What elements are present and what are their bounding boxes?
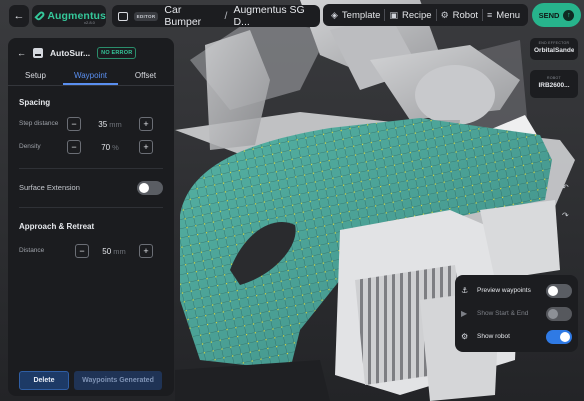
distance-stepper: − 50 mm +: [75, 244, 153, 258]
tab-setup[interactable]: Setup: [8, 68, 63, 85]
delete-button[interactable]: Delete: [19, 371, 69, 390]
show-start-end-toggle[interactable]: [546, 306, 572, 321]
step-distance-unit: mm: [109, 119, 122, 129]
arrow-left-icon: ←: [13, 10, 25, 22]
step-distance-value: 35: [98, 119, 108, 129]
surface-extension-row: Surface Extension: [8, 169, 174, 207]
folder-icon: [118, 11, 128, 21]
show-robot-label: Show robot: [477, 333, 510, 340]
robot-caption: ROBOT: [547, 76, 561, 80]
density-decrease-button[interactable]: −: [67, 140, 81, 154]
editor-badge: EDITOR: [133, 11, 159, 21]
brand-version: v2.8.0: [84, 20, 95, 25]
step-distance-stepper: − 35 mm +: [67, 117, 153, 131]
end-effector-card[interactable]: END EFFECTOR OrbitalSander: [530, 38, 578, 60]
distance-row: Distance − 50 mm +: [19, 244, 163, 258]
waypoint-axes-icon: ⚓: [461, 286, 469, 295]
robot-button[interactable]: ⚙ Robot: [437, 4, 482, 26]
spacing-title: Spacing: [19, 98, 51, 107]
play-icon: ▶: [461, 309, 468, 318]
layers-icon: ◈: [331, 9, 338, 20]
send-label: SEND: [538, 10, 560, 20]
top-toolbar: ◈ Template ▣ Recipe ⚙ Robot ≡ Menu: [323, 4, 528, 26]
arrow-up-icon: ↑: [563, 9, 575, 21]
back-button[interactable]: ←: [9, 5, 29, 27]
spacing-section: Spacing Step distance − 35 mm + Density −…: [8, 98, 174, 154]
approach-retreat-section: Approach & Retreat Distance − 50 mm +: [8, 222, 174, 258]
preview-waypoints-row: ⚓ Preview waypoints: [461, 279, 572, 302]
panel-back-arrow-icon[interactable]: ←: [17, 48, 26, 58]
project-breadcrumb[interactable]: EDITOR Car Bumper / Augmentus SG D...: [112, 4, 320, 28]
recipe-icon: ▣: [389, 9, 398, 20]
top-bar: ← Augmentus v2.8.0 EDITOR Car Bumper / A…: [0, 0, 584, 30]
step-distance-increase-button[interactable]: +: [139, 117, 153, 131]
distance-input[interactable]: 50 mm: [89, 247, 139, 256]
panel-footer: Delete Waypoints Generated: [19, 371, 162, 390]
menu-label: Menu: [496, 9, 521, 21]
robot-icon: ⚙: [440, 9, 449, 20]
robot-value: IRB2600...: [538, 82, 570, 89]
breadcrumb-separator: /: [224, 10, 228, 22]
waypoints-generated-button[interactable]: Waypoints Generated: [74, 371, 162, 390]
distance-unit: mm: [113, 246, 126, 256]
approach-retreat-title: Approach & Retreat: [19, 222, 95, 231]
undo-icon[interactable]: ↶: [562, 183, 569, 192]
toggle-knob: [548, 285, 558, 296]
end-effector-caption: END EFFECTOR: [538, 41, 570, 45]
recipe-label: Recipe: [402, 9, 432, 21]
section-divider: [19, 207, 163, 208]
waypoint-panel: ← AutoSur... NO ERROR Setup Waypoint Off…: [8, 38, 174, 396]
tab-offset[interactable]: Offset: [118, 68, 173, 85]
density-increase-button[interactable]: +: [139, 140, 153, 154]
show-start-end-label: Show Start & End: [477, 310, 529, 317]
density-label: Density: [19, 143, 41, 150]
surface-tool-icon: [33, 48, 43, 58]
template-label: Template: [341, 9, 381, 21]
robot-arm-icon: ⚙: [461, 332, 469, 341]
robot-card[interactable]: ROBOT IRB2600...: [530, 70, 578, 98]
template-button[interactable]: ◈ Template: [327, 4, 384, 26]
brand-name: Augmentus: [47, 10, 106, 22]
distance-label: Distance: [19, 247, 45, 254]
panel-tabs: Setup Waypoint Offset: [8, 68, 174, 86]
panel-header: ← AutoSur... NO ERROR: [8, 38, 174, 68]
brand-logo: Augmentus v2.8.0: [32, 5, 106, 27]
show-robot-row: ⚙ Show robot: [461, 325, 572, 348]
menu-button[interactable]: ≡ Menu: [483, 4, 524, 26]
density-value: 70: [101, 142, 111, 152]
show-robot-toggle[interactable]: [546, 329, 572, 344]
project-name[interactable]: Car Bumper: [164, 4, 218, 28]
panel-title: AutoSur...: [50, 48, 91, 58]
augmentus-logo-icon: [34, 10, 46, 22]
workspace-name[interactable]: Augmentus SG D...: [233, 4, 320, 28]
tab-waypoint[interactable]: Waypoint: [63, 68, 118, 85]
display-options-panel: ⚓ Preview waypoints ▶ Show Start & End ⚙…: [455, 275, 578, 352]
density-stepper: − 70% +: [67, 140, 153, 154]
toggle-knob: [139, 183, 149, 193]
send-button[interactable]: SEND ↑: [532, 3, 581, 27]
show-start-end-row: ▶ Show Start & End: [461, 302, 572, 325]
toggle-knob: [560, 331, 570, 342]
toggle-knob: [548, 308, 558, 319]
preview-waypoints-toggle[interactable]: [546, 283, 572, 298]
step-distance-label: Step distance: [19, 120, 59, 127]
step-distance-decrease-button[interactable]: −: [67, 117, 81, 131]
step-distance-input[interactable]: 35 mm: [81, 120, 139, 129]
distance-value: 50: [102, 246, 112, 256]
distance-decrease-button[interactable]: −: [75, 244, 89, 258]
preview-waypoints-label: Preview waypoints: [477, 287, 531, 294]
hamburger-menu-icon: ≡: [487, 10, 493, 20]
step-distance-row: Step distance − 35 mm +: [19, 117, 163, 131]
redo-icon[interactable]: ↷: [562, 211, 569, 220]
surface-extension-toggle[interactable]: [137, 181, 163, 195]
recipe-button[interactable]: ▣ Recipe: [385, 4, 435, 26]
distance-increase-button[interactable]: +: [139, 244, 153, 258]
robot-label: Robot: [452, 9, 479, 21]
status-badge: NO ERROR: [97, 47, 137, 59]
density-row: Density − 70% +: [19, 140, 163, 154]
end-effector-value: OrbitalSander: [534, 47, 574, 54]
density-unit: %: [112, 142, 119, 152]
density-input[interactable]: 70%: [81, 143, 139, 152]
surface-extension-label: Surface Extension: [19, 183, 80, 192]
